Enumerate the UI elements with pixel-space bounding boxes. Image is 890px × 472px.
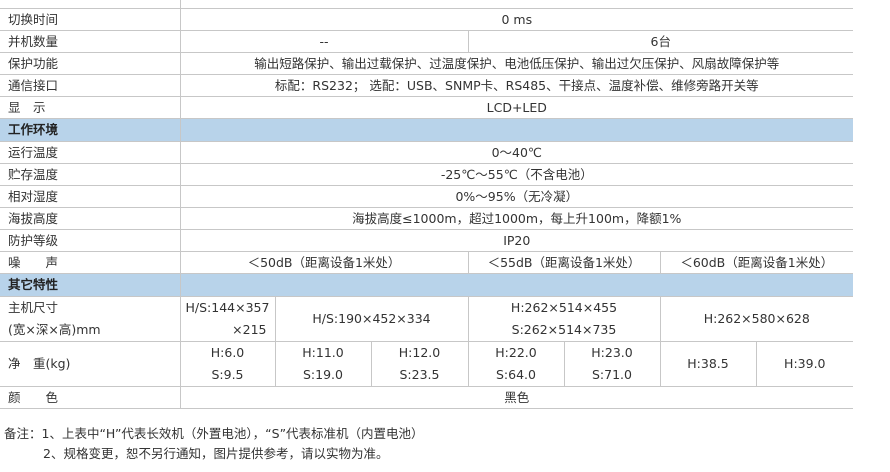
table-row: 防护等级 IP20 [0,229,854,252]
row-value: 标配：RS232； 选配：USB、SNMP卡、RS485、干接点、温度补偿、维修… [179,74,854,97]
row-value: H:12.0 S:23.5 [370,341,469,387]
row-value: -- [179,30,469,53]
table-row: 颜 色 黑色 [0,386,854,409]
row-value: 0 ms [179,8,854,31]
value-line: S:64.0 [496,367,536,382]
row-value: H:39.0 [755,341,854,387]
value-line: H:6.0 [210,345,245,360]
row-label: 保护功能 [0,52,181,75]
row-label: 防护等级 [0,229,181,252]
table-row: 海拔高度 海拔高度≤1000m，超过1000m，每上升100m，降额1% [0,207,854,230]
footnote-line: 2、规格变更，恕不另行通知，图片提供参考，请以实物为准。 [43,446,389,461]
value-line: S:262×514×735 [511,322,617,337]
row-label: 主机尺寸 (宽×深×高)mm [0,296,181,342]
row-label: 贮存温度 [0,163,181,186]
footnote-line: 备注：1、上表中“H”代表长效机（外置电池），“S”代表标准机（内置电池） [4,426,424,441]
row-value: ＜50dB（距离设备1米处） [179,251,469,274]
spec-table: 切换时间 0 ms 并机数量 -- 6台 保护功能 输出短路保护、输出过载保护、… [0,0,854,409]
row-value: 海拔高度≤1000m，超过1000m，每上升100m，降额1% [179,207,854,230]
table-row: 切换时间 0 ms [0,8,854,31]
value-line: H:262×514×455 [510,300,618,315]
row-label: 净 重(kg) [0,341,181,387]
row-value: H:262×514×455 S:262×514×735 [467,296,661,342]
value-line: H/S:144×357 [185,300,270,315]
section-title: 工作环境 [0,118,181,142]
value-line: H:23.0 [591,345,633,360]
section-header-other: 其它特性 [0,273,854,297]
table-row: 通信接口 标配：RS232； 选配：USB、SNMP卡、RS485、干接点、温度… [0,74,854,97]
table-row: 噪 声 ＜50dB（距离设备1米处） ＜55dB（距离设备1米处） ＜60dB（… [0,251,854,274]
row-value: ＜55dB（距离设备1米处） [467,251,661,274]
row-label-line: (宽×深×高)mm [8,322,101,337]
row-label: 噪 声 [0,251,181,274]
row-label-line: 主机尺寸 [8,300,59,315]
value-line: S:19.0 [303,367,343,382]
value-line: ×215 [232,322,267,337]
row-label: 显 示 [0,96,181,119]
value-line: S:71.0 [592,367,632,382]
row-value: H/S:190×452×334 [274,296,469,342]
row-value: H:262×580×628 [659,296,854,342]
spec-sheet: 切换时间 0 ms 并机数量 -- 6台 保护功能 输出短路保护、输出过载保护、… [0,0,890,472]
table-row: 保护功能 输出短路保护、输出过载保护、过温度保护、电池低压保护、输出过欠压保护、… [0,52,854,75]
footnotes: 备注：1、上表中“H”代表长效机（外置电池），“S”代表标准机（内置电池） 2、… [4,424,424,464]
row-value: H:22.0 S:64.0 [467,341,565,387]
row-value: 黑色 [179,386,854,409]
row-value: 输出短路保护、输出过载保护、过温度保护、电池低压保护、输出过欠压保护、风扇故障保… [179,52,854,75]
table-top-edge [0,0,854,9]
row-value: H:11.0 S:19.0 [274,341,372,387]
row-value: LCD+LED [179,96,854,119]
table-row: 运行温度 0～40℃ [0,141,854,164]
row-label: 切换时间 [0,8,181,31]
table-row: 主机尺寸 (宽×深×高)mm H/S:144×357 ×215 H/S:190×… [0,296,854,342]
value-line: H:12.0 [398,345,441,360]
section-title: 其它特性 [0,273,181,297]
row-label: 通信接口 [0,74,181,97]
row-value: 6台 [467,30,854,53]
table-row: 显 示 LCD+LED [0,96,854,119]
row-label: 并机数量 [0,30,181,53]
row-value: -25℃～55℃（不含电池） [179,163,854,186]
row-value: 0%～95%（无冷凝） [179,185,854,208]
value-line: H:22.0 [495,345,537,360]
table-row: 贮存温度 -25℃～55℃（不含电池） [0,163,854,186]
row-label: 相对湿度 [0,185,181,208]
row-value: ＜60dB（距离设备1米处） [659,251,854,274]
value-line: S:9.5 [211,367,244,382]
value-line: H:11.0 [302,345,344,360]
table-row: 净 重(kg) H:6.0 S:9.5 H:11.0 S:19.0 H:12.0… [0,341,854,387]
row-value: IP20 [179,229,854,252]
value-line: S:23.5 [399,367,440,382]
row-label: 颜 色 [0,386,181,409]
table-row: 相对湿度 0%～95%（无冷凝） [0,185,854,208]
row-label: 海拔高度 [0,207,181,230]
section-header-environment: 工作环境 [0,118,854,142]
row-value: H:23.0 S:71.0 [563,341,661,387]
table-row: 并机数量 -- 6台 [0,30,854,53]
row-value: H/S:144×357 ×215 [179,296,276,342]
row-value: H:6.0 S:9.5 [179,341,276,387]
row-value: H:38.5 [659,341,757,387]
row-value: 0～40℃ [179,141,854,164]
row-label: 运行温度 [0,141,181,164]
